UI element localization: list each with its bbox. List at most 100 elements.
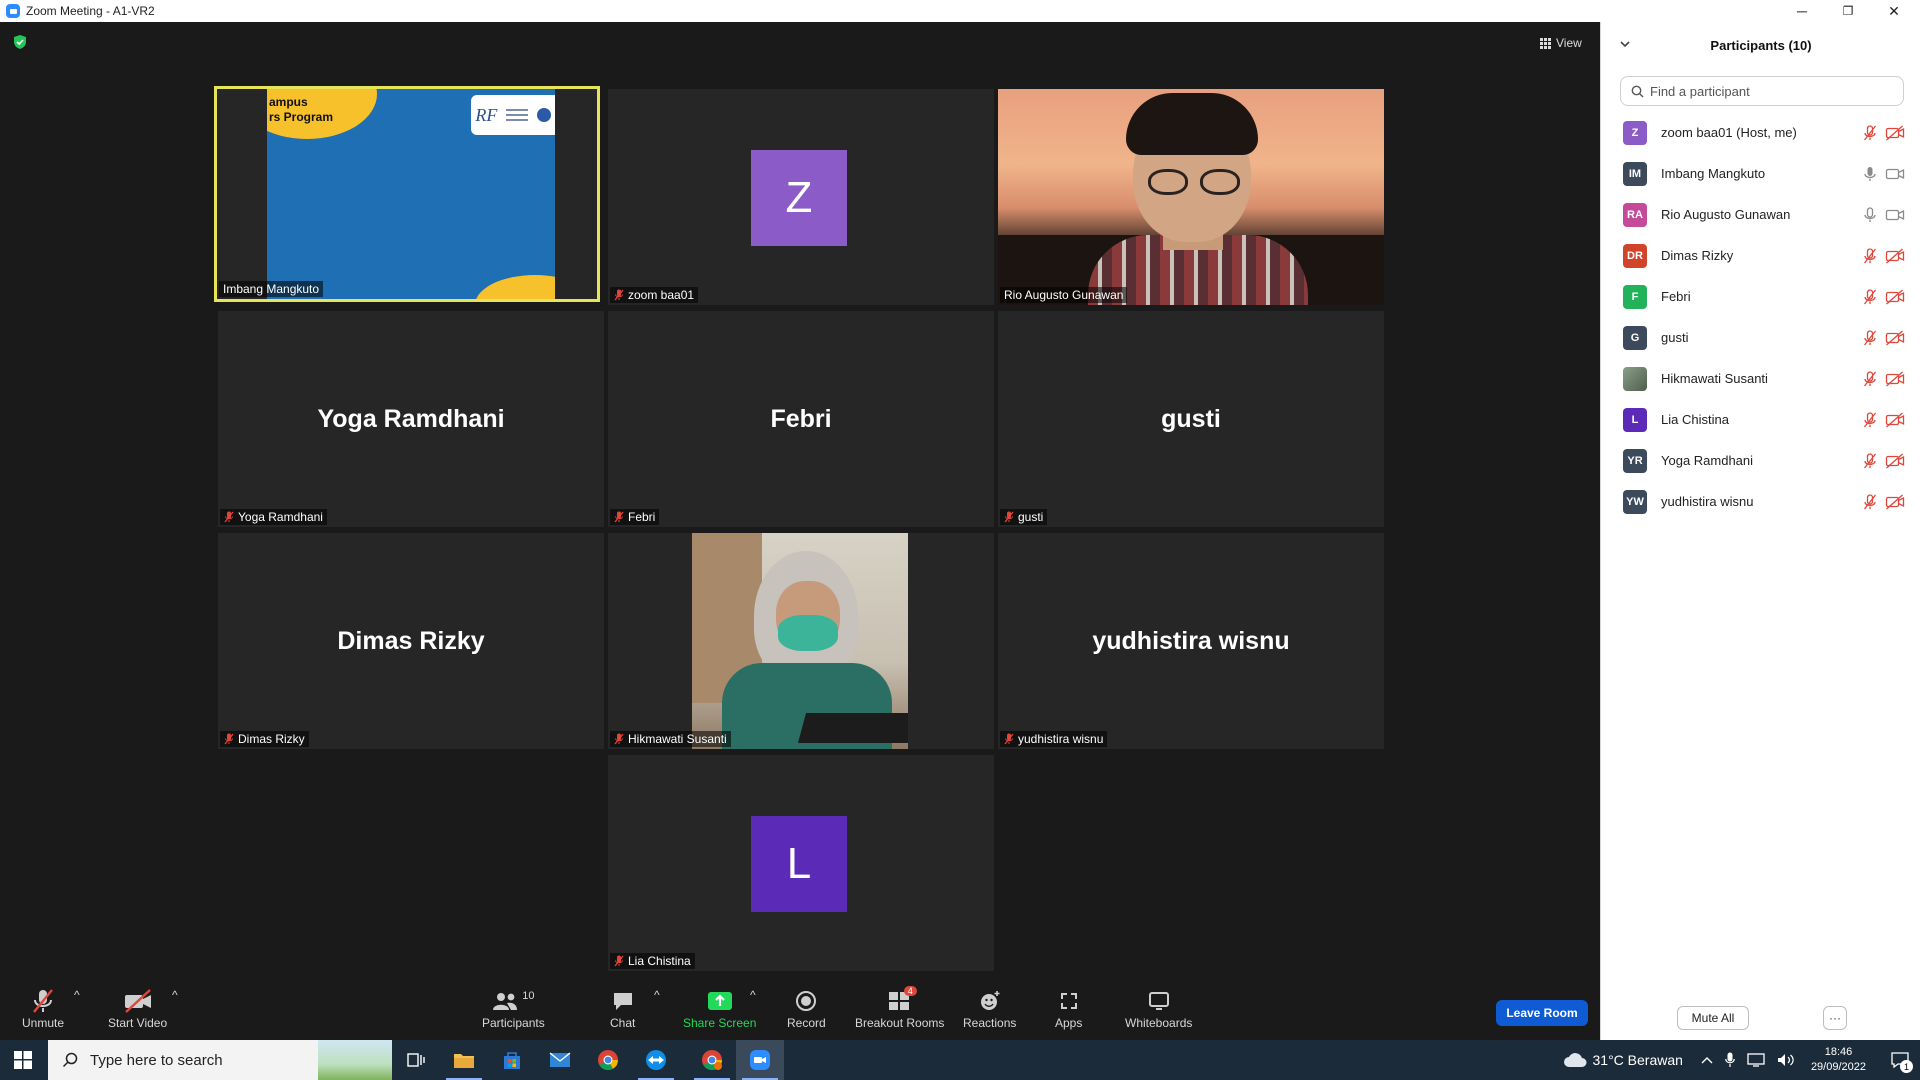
mic-muted-icon[interactable]	[1863, 248, 1877, 264]
mic-muted-icon[interactable]	[1863, 289, 1877, 305]
participant-search-box[interactable]	[1620, 76, 1904, 106]
video-off-icon[interactable]	[1885, 330, 1905, 346]
list-item[interactable]: YW yudhistira wisnu	[1601, 481, 1920, 522]
video-tile-hikmawati[interactable]: Hikmawati Susanti	[608, 533, 994, 749]
taskbar-search-input[interactable]	[90, 1051, 290, 1069]
video-tile-imbang[interactable]: ampus rs Program RF Imbang Mangkuto	[214, 86, 600, 302]
notification-center-button[interactable]: 1	[1880, 1040, 1920, 1080]
network-icon[interactable]	[1747, 1053, 1765, 1067]
more-options-button[interactable]: ···	[1823, 1006, 1847, 1030]
video-off-icon[interactable]	[1885, 125, 1905, 141]
task-view-icon[interactable]	[392, 1040, 440, 1080]
list-item[interactable]: F Febri	[1601, 276, 1920, 317]
search-icon	[1631, 85, 1644, 97]
chat-options-caret[interactable]: ^	[654, 988, 660, 1002]
participant-name: Imbang Mangkuto	[1661, 166, 1766, 181]
clock[interactable]: 18:46 29/09/2022	[1811, 1045, 1866, 1075]
teamviewer-icon[interactable]	[632, 1040, 680, 1080]
view-button[interactable]: View	[1534, 32, 1588, 54]
chrome-profile-icon[interactable]	[688, 1040, 736, 1080]
video-off-icon[interactable]	[1885, 412, 1905, 428]
whiteboards-button[interactable]: Whiteboards	[1125, 988, 1192, 1030]
search-input[interactable]	[1650, 83, 1890, 99]
participants-button[interactable]: 10 Participants	[482, 988, 545, 1030]
reactions-button[interactable]: Reactions	[963, 988, 1016, 1030]
leave-room-button[interactable]: Leave Room	[1496, 1000, 1588, 1026]
file-explorer-icon[interactable]	[440, 1040, 488, 1080]
chat-button[interactable]: Chat	[610, 988, 635, 1030]
weather-widget[interactable]: 31°C Berawan	[1563, 1052, 1683, 1068]
list-item[interactable]: G gusti	[1601, 317, 1920, 358]
video-tile-rio[interactable]: Rio Augusto Gunawan	[998, 89, 1384, 305]
video-tile-yoga[interactable]: Yoga Ramdhani Yoga Ramdhani	[218, 311, 604, 527]
video-tile-zoom-baa01[interactable]: Z zoom baa01	[608, 89, 994, 305]
mic-icon[interactable]	[1863, 207, 1877, 223]
window-title: Zoom Meeting - A1-VR2	[26, 4, 155, 18]
list-item[interactable]: Hikmawati Susanti	[1601, 358, 1920, 399]
minimize-button[interactable]: ─	[1780, 0, 1824, 22]
mic-muted-icon	[614, 955, 624, 967]
video-tile-yudhistira[interactable]: yudhistira wisnu yudhistira wisnu	[998, 533, 1384, 749]
record-button[interactable]: Record	[787, 988, 826, 1030]
mic-muted-icon[interactable]	[1863, 453, 1877, 469]
list-item[interactable]: IM Imbang Mangkuto	[1601, 153, 1920, 194]
zoom-logo-icon	[6, 4, 20, 18]
mic-muted-icon[interactable]	[1863, 494, 1877, 510]
start-button[interactable]	[0, 1040, 46, 1080]
tile-name-label: Hikmawati Susanti	[610, 731, 731, 747]
mail-icon[interactable]	[536, 1040, 584, 1080]
close-button[interactable]: ✕	[1872, 0, 1916, 22]
share-caption: ampus rs Program	[269, 95, 334, 124]
audio-options-caret[interactable]: ^	[74, 988, 80, 1002]
list-item[interactable]: RA Rio Augusto Gunawan	[1601, 194, 1920, 235]
share-screen-button[interactable]: Share Screen	[683, 988, 756, 1030]
apps-button[interactable]: Apps	[1055, 988, 1082, 1030]
apps-icon	[1060, 993, 1077, 1009]
list-item[interactable]: Z zoom baa01 (Host, me)	[1601, 112, 1920, 153]
list-item[interactable]: L Lia Chistina	[1601, 399, 1920, 440]
unmute-button[interactable]: Unmute	[22, 988, 64, 1030]
breakout-badge: 4	[903, 986, 917, 996]
mic-muted-icon[interactable]	[1863, 330, 1877, 346]
avatar: L	[1623, 407, 1647, 432]
video-off-icon[interactable]	[1885, 289, 1905, 305]
view-label: View	[1556, 36, 1582, 50]
participant-video-feed	[998, 89, 1384, 305]
share-options-caret[interactable]: ^	[750, 988, 756, 1002]
mute-all-button[interactable]: Mute All	[1677, 1006, 1749, 1030]
mic-muted-icon	[224, 511, 234, 523]
mic-muted-icon[interactable]	[1863, 412, 1877, 428]
video-off-icon	[124, 989, 151, 1013]
video-off-icon[interactable]	[1885, 248, 1905, 264]
video-tile-lia[interactable]: L Lia Chistina	[608, 755, 994, 971]
chevron-up-icon[interactable]	[1701, 1056, 1713, 1064]
video-tile-febri[interactable]: Febri Febri	[608, 311, 994, 527]
mic-muted-icon[interactable]	[1863, 371, 1877, 387]
breakout-rooms-button[interactable]: 4 Breakout Rooms	[855, 986, 944, 1030]
video-off-icon[interactable]	[1885, 453, 1905, 469]
store-icon[interactable]	[488, 1040, 536, 1080]
whiteboard-icon	[1148, 992, 1169, 1010]
microphone-icon[interactable]	[1725, 1052, 1735, 1068]
video-tile-dimas[interactable]: Dimas Rizky Dimas Rizky	[218, 533, 604, 749]
volume-icon[interactable]	[1777, 1053, 1795, 1067]
mic-muted-icon	[614, 511, 624, 523]
start-video-button[interactable]: Start Video	[108, 988, 167, 1030]
restore-button[interactable]: ❐	[1826, 0, 1870, 22]
zoom-icon[interactable]	[736, 1040, 784, 1080]
mic-icon[interactable]	[1863, 166, 1877, 182]
mic-muted-icon	[224, 733, 234, 745]
video-tile-gusti[interactable]: gusti gusti	[998, 311, 1384, 527]
video-icon[interactable]	[1885, 166, 1905, 182]
chrome-icon[interactable]	[584, 1040, 632, 1080]
list-item[interactable]: DR Dimas Rizky	[1601, 235, 1920, 276]
taskbar-search[interactable]	[48, 1040, 392, 1080]
video-icon[interactable]	[1885, 207, 1905, 223]
video-off-icon[interactable]	[1885, 494, 1905, 510]
video-options-caret[interactable]: ^	[172, 988, 178, 1002]
tile-name-label: Lia Chistina	[610, 953, 695, 969]
encryption-shield-icon[interactable]	[12, 34, 28, 50]
video-off-icon[interactable]	[1885, 371, 1905, 387]
list-item[interactable]: YR Yoga Ramdhani	[1601, 440, 1920, 481]
mic-muted-icon[interactable]	[1863, 125, 1877, 141]
